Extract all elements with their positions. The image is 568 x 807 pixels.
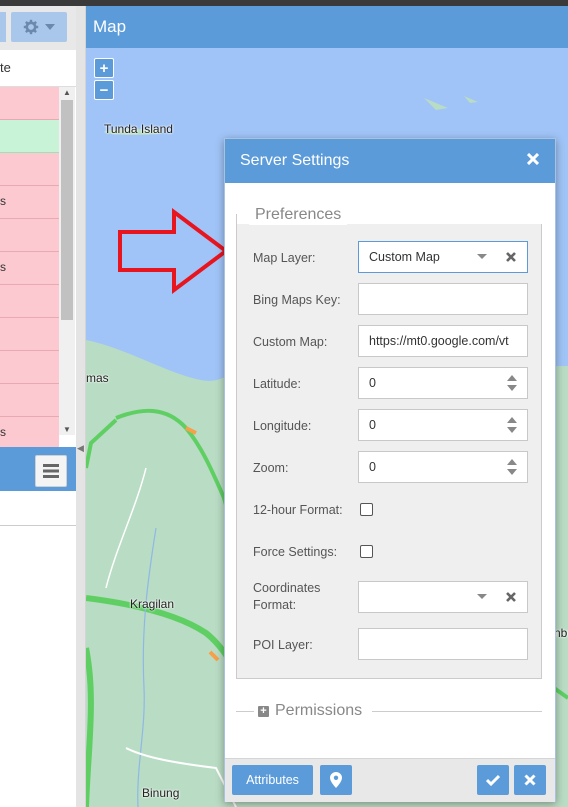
devices-scrollbar[interactable]: ▲ ▼	[59, 87, 75, 435]
list-toggle-button[interactable]	[35, 455, 67, 487]
zoom-out-button[interactable]: −	[94, 80, 114, 100]
coordinates-format-select[interactable]	[358, 581, 528, 613]
set-from-map-button[interactable]	[320, 765, 352, 795]
devices-list: s s s	[0, 87, 59, 450]
attributes-button[interactable]: Attributes	[232, 765, 313, 795]
longitude-value: 0	[369, 418, 376, 432]
bing-key-input[interactable]	[358, 283, 528, 315]
attributes-button-label: Attributes	[246, 773, 299, 787]
settings-menu-button[interactable]	[11, 12, 67, 42]
device-row[interactable]: s	[0, 186, 59, 219]
permissions-legend: Permissions	[275, 702, 363, 719]
map-header: Map	[86, 6, 568, 48]
permissions-fieldset[interactable]: + Permissions	[236, 701, 542, 723]
latitude-input[interactable]: 0	[358, 367, 528, 399]
clear-icon[interactable]	[505, 591, 517, 603]
scrollbar-thumb[interactable]	[61, 100, 73, 320]
clear-icon[interactable]	[505, 251, 517, 263]
latitude-label: Latitude:	[253, 377, 301, 391]
list-icon	[43, 464, 59, 478]
server-settings-dialog: Server Settings Preferences Map Layer: C…	[224, 138, 556, 802]
device-row-text: s	[0, 425, 6, 439]
dropdown-caret-icon[interactable]	[477, 594, 487, 599]
devices-panel: te s s s ▲ ▼	[0, 6, 77, 807]
column-header-text: te	[0, 60, 11, 75]
collapse-arrow-icon[interactable]: ◀	[77, 443, 84, 454]
zoom-input[interactable]: 0	[358, 451, 528, 483]
spinner-icon[interactable]	[507, 416, 517, 434]
dialog-footer: Attributes	[225, 758, 555, 802]
map-label-kragilan: Kragilan	[130, 597, 175, 611]
dialog-close-button[interactable]	[525, 151, 541, 167]
spinner-icon[interactable]	[507, 458, 517, 476]
device-row[interactable]: s	[0, 252, 59, 285]
preferences-legend: Preferences	[249, 205, 348, 225]
device-row-text: s	[0, 260, 6, 274]
poi-layer-input[interactable]	[358, 628, 528, 660]
force-settings-label: Force Settings:	[253, 545, 338, 559]
map-label-binung: Binung	[142, 786, 180, 800]
close-icon	[524, 774, 536, 786]
save-button[interactable]	[477, 765, 509, 795]
device-row[interactable]	[0, 153, 59, 186]
map-layer-select[interactable]: Custom Map	[358, 241, 528, 273]
bing-key-label: Bing Maps Key:	[253, 293, 341, 307]
dropdown-caret-icon[interactable]	[477, 254, 487, 259]
map-layer-label: Map Layer:	[253, 251, 316, 265]
device-row[interactable]	[0, 384, 59, 417]
panel-splitter[interactable]: ◀	[76, 6, 86, 807]
map-layer-value: Custom Map	[369, 250, 440, 264]
coordinates-format-row: Coordinates Format:	[253, 581, 533, 617]
spinner-icon[interactable]	[507, 374, 517, 392]
latitude-value: 0	[369, 376, 376, 390]
twelve-hour-row: 12-hour Format:	[253, 493, 533, 525]
longitude-input[interactable]: 0	[358, 409, 528, 441]
zoom-value: 0	[369, 460, 376, 474]
caret-down-icon	[45, 24, 55, 30]
dialog-title: Server Settings	[240, 152, 350, 169]
panel-divider	[0, 525, 76, 526]
map-label-mas: mas	[86, 371, 109, 385]
twelve-hour-checkbox[interactable]	[360, 503, 373, 516]
gear-icon	[23, 19, 39, 35]
custom-map-value: https://mt0.google.com/vt	[369, 334, 509, 348]
force-settings-checkbox[interactable]	[360, 545, 373, 558]
map-marker-icon	[330, 772, 342, 788]
custom-map-input[interactable]: https://mt0.google.com/vt	[358, 325, 528, 357]
annotation-arrow-icon	[118, 208, 230, 294]
check-icon	[486, 774, 500, 786]
poi-layer-label: POI Layer:	[253, 638, 313, 652]
coordinates-format-label-line2: Format:	[253, 598, 297, 612]
device-row[interactable]	[0, 120, 59, 153]
expand-plus-icon[interactable]: +	[258, 705, 269, 717]
scroll-down-icon[interactable]: ▼	[63, 425, 71, 434]
dialog-header[interactable]: Server Settings	[225, 139, 555, 183]
close-icon	[527, 153, 539, 165]
map-title: Map	[93, 17, 127, 36]
device-row[interactable]: s	[0, 417, 59, 450]
toolbar-button-partial[interactable]	[0, 12, 6, 42]
coordinates-format-label-line1: Coordinates	[253, 581, 321, 595]
map-label-edge: nbu	[554, 626, 568, 640]
permissions-toggle[interactable]: + Permissions	[258, 702, 362, 720]
device-row-text: s	[0, 194, 6, 208]
twelve-hour-label: 12-hour Format:	[253, 503, 343, 517]
scroll-up-icon[interactable]: ▲	[63, 88, 71, 97]
devices-toolbar	[0, 6, 76, 51]
custom-map-label: Custom Map:	[253, 335, 328, 349]
map-label-tunda-island: Tunda Island	[104, 122, 173, 136]
force-settings-row: Force Settings:	[253, 535, 533, 567]
device-row[interactable]	[0, 219, 59, 252]
zoom-label: Zoom:	[253, 461, 289, 475]
devices-column-header[interactable]: te	[0, 50, 76, 87]
cancel-button[interactable]	[514, 765, 546, 795]
device-row[interactable]	[0, 318, 59, 351]
zoom-in-button[interactable]: +	[94, 58, 114, 78]
device-row[interactable]	[0, 351, 59, 384]
device-row[interactable]	[0, 87, 59, 120]
device-row[interactable]	[0, 285, 59, 318]
longitude-label: Longitude:	[253, 419, 312, 433]
preferences-fieldset: Preferences Map Layer: Custom Map Bing M…	[236, 205, 543, 679]
